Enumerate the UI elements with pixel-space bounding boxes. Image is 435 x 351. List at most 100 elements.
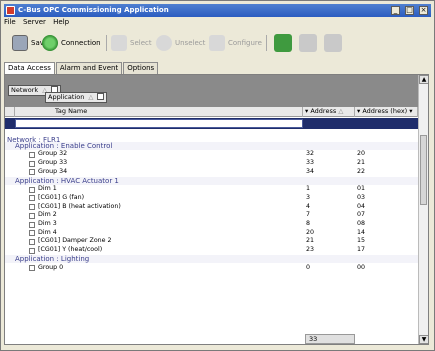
table-row[interactable]: Dim 1 1 01: [5, 185, 418, 194]
toolbar: Save Connection Select Unselect Configur…: [4, 29, 431, 57]
filter-dropdown-icon[interactable]: ▾: [305, 107, 308, 115]
row-checkbox[interactable]: [29, 212, 35, 219]
address-cell: 4: [306, 202, 311, 210]
address-hex-cell: 22: [357, 167, 366, 175]
table-row[interactable]: [CG01] B (heat activation) 4 04: [5, 203, 418, 212]
tag-name-cell: Group 32: [38, 150, 68, 158]
table-row[interactable]: Group 0 0 00: [5, 264, 418, 273]
tag-name-cell: Dim 4: [38, 228, 57, 236]
sort-icon: △: [88, 93, 94, 101]
network-gray-icon-2[interactable]: [324, 33, 342, 53]
vertical-scrollbar[interactable]: ▲ ▼: [418, 75, 428, 344]
minimize-button[interactable]: _: [391, 6, 400, 15]
menu-bar: File Server Help: [4, 18, 74, 27]
maximize-button[interactable]: □: [405, 6, 414, 15]
filter-row: [5, 118, 418, 129]
address-hex-cell: 17: [357, 246, 366, 254]
menu-help[interactable]: Help: [53, 18, 69, 27]
tag-name-cell: [CG01] Y (heat/cool): [38, 246, 103, 254]
app-window: C-Bus OPC Commissioning Application _ □ …: [0, 0, 435, 351]
select-button[interactable]: Select: [111, 33, 152, 53]
scroll-up-icon[interactable]: ▲: [419, 75, 428, 84]
filter-dropdown-icon[interactable]: ▾: [357, 107, 360, 115]
column-address-hex-label: Address (hex): [362, 107, 408, 115]
header-spacer: [5, 107, 15, 117]
chevron-down-icon[interactable]: [97, 92, 105, 100]
column-tag-name-label: Tag Name: [55, 107, 88, 115]
table-row[interactable]: Group 33 33 21: [5, 159, 418, 168]
row-checkbox[interactable]: [29, 247, 35, 254]
table-row[interactable]: Group 34 34 22: [5, 168, 418, 177]
row-checkbox[interactable]: [29, 204, 35, 211]
row-checkbox[interactable]: [29, 221, 35, 228]
tab-strip: Data Access Alarm and Event Options: [4, 62, 159, 74]
connection-button[interactable]: Connection: [42, 33, 101, 53]
configure-button[interactable]: Configure: [209, 33, 262, 53]
column-tag-name[interactable]: Tag Name: [15, 107, 303, 117]
column-address-hex[interactable]: ▾ Address (hex) ▾: [355, 107, 418, 117]
table-row[interactable]: [CG01] G (fan) 3 03: [5, 194, 418, 203]
address-hex-cell: 00: [357, 263, 366, 271]
toolbar-separator: [106, 35, 107, 51]
title-bar[interactable]: C-Bus OPC Commissioning Application _ □ …: [4, 4, 431, 17]
tag-name-cell: Application : Lighting: [15, 254, 90, 263]
summary-cell: 33: [305, 334, 355, 344]
menu-file[interactable]: File: [4, 18, 16, 27]
tag-name-cell: Dim 2: [38, 211, 57, 219]
tab-data-access[interactable]: Data Access: [4, 62, 55, 74]
address-hex-cell: 03: [357, 193, 366, 201]
tab-options[interactable]: Options: [123, 62, 159, 74]
application-group-row[interactable]: Application : Lighting: [5, 254, 418, 264]
row-checkbox[interactable]: [29, 238, 35, 245]
address-cell: 3: [306, 193, 311, 201]
row-checkbox[interactable]: [29, 230, 35, 237]
configure-label: Configure: [228, 39, 262, 47]
table-row[interactable]: [CG01] Y (heat/cool) 23 17: [5, 246, 418, 255]
tag-grid: Network △ Application △ Tag Name ▾ Addre…: [4, 74, 429, 345]
address-hex-cell: 04: [357, 202, 366, 210]
connection-label: Connection: [61, 39, 101, 47]
address-cell: 20: [306, 228, 315, 236]
application-group-row[interactable]: Application : HVAC Actuator 1: [5, 176, 418, 186]
row-checkbox[interactable]: [29, 186, 35, 193]
column-address[interactable]: ▾ Address △: [303, 107, 355, 117]
unselect-button[interactable]: Unselect: [156, 33, 205, 53]
column-address-label: Address: [310, 107, 337, 115]
menu-server[interactable]: Server: [23, 18, 46, 27]
table-row[interactable]: Group 32 32 20: [5, 150, 418, 159]
row-checkbox[interactable]: [29, 160, 35, 167]
tag-name-filter-input[interactable]: [15, 119, 303, 128]
tab-alarm-and-event[interactable]: Alarm and Event: [55, 62, 123, 74]
table-row[interactable]: Dim 2 7 07: [5, 211, 418, 220]
sort-icon: △: [338, 107, 344, 115]
row-checkbox[interactable]: [29, 195, 35, 202]
address-hex-cell: 08: [357, 220, 366, 227]
address-cell: 32: [306, 150, 315, 158]
toolbar-separator: [266, 35, 267, 51]
tag-name-cell: [CG01] G (fan): [38, 193, 85, 201]
chevron-down-icon[interactable]: ▾: [409, 107, 412, 115]
row-checkbox[interactable]: [29, 169, 35, 176]
tag-name-cell: Dim 1: [38, 185, 57, 193]
address-hex-cell: 01: [357, 185, 366, 193]
row-checkbox[interactable]: [29, 265, 35, 271]
address-hex-cell: 15: [357, 237, 366, 245]
scroll-thumb[interactable]: [420, 135, 427, 205]
network-green-icon[interactable]: [274, 33, 292, 53]
address-hex-cell: 21: [357, 159, 366, 167]
unselect-icon: [156, 35, 172, 51]
table-row[interactable]: Dim 3 8 08: [5, 220, 418, 229]
group-by-area: Network △ Application △: [5, 75, 418, 107]
address-hex-cell: 14: [357, 228, 366, 236]
row-checkbox[interactable]: [29, 151, 35, 158]
group-chip-application[interactable]: Application △: [45, 92, 108, 103]
table-row[interactable]: [CG01] Damper Zone 2 21 15: [5, 237, 418, 246]
select-icon: [111, 35, 127, 51]
application-group-row[interactable]: Application : Enable Control: [5, 141, 418, 151]
close-button[interactable]: ×: [419, 6, 428, 15]
table-row[interactable]: Dim 4 20 14: [5, 229, 418, 238]
address-cell: 0: [306, 263, 311, 271]
scroll-down-icon[interactable]: ▼: [419, 335, 428, 344]
network-gray-icon[interactable]: [299, 33, 317, 53]
address-cell: 7: [306, 211, 311, 219]
